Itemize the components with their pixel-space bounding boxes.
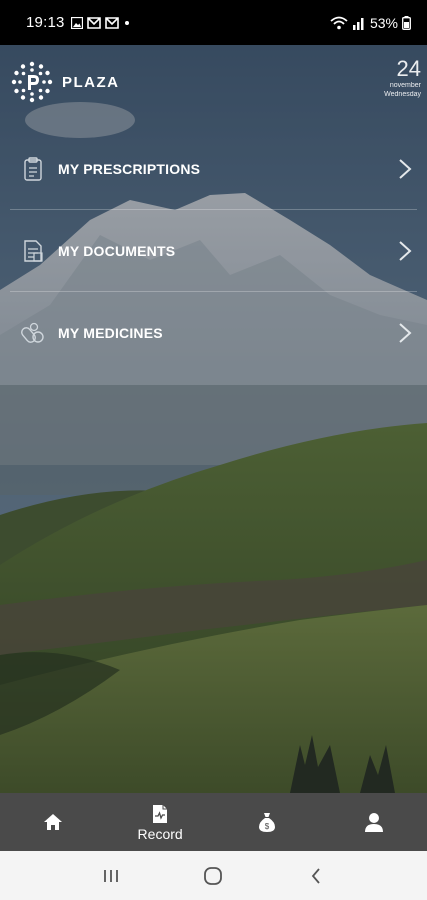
prescription-icon xyxy=(20,156,46,182)
profile-icon xyxy=(364,813,383,832)
date-display: 24 november Wednesday xyxy=(384,57,421,99)
bottom-nav: Record $ xyxy=(0,793,427,851)
main-menu: MY PRESCRIPTIONS MY DOCUMENTS MY MEDICIN… xyxy=(10,128,417,374)
app-name: PLAZA xyxy=(62,73,120,91)
back-icon xyxy=(311,867,320,884)
document-icon xyxy=(20,238,46,264)
nav-payments[interactable]: $ xyxy=(214,793,321,851)
mail-icon xyxy=(104,16,119,29)
nav-profile[interactable] xyxy=(320,793,427,851)
mail-icon xyxy=(86,16,101,29)
chevron-right-icon xyxy=(399,240,412,261)
dot-icon xyxy=(124,20,129,25)
menu-item-documents[interactable]: MY DOCUMENTS xyxy=(10,210,417,292)
app-header: PLAZA 24 november Wednesday xyxy=(0,45,427,125)
home-button[interactable] xyxy=(193,856,233,896)
nav-record-label: Record xyxy=(137,825,183,842)
battery-percent: 53% xyxy=(369,14,398,31)
money-bag-icon: $ xyxy=(258,813,275,832)
back-button[interactable] xyxy=(296,856,336,896)
menu-item-label: MY DOCUMENTS xyxy=(58,242,176,259)
gallery-icon xyxy=(70,16,83,29)
home-icon xyxy=(44,814,63,830)
date-month: november xyxy=(389,82,421,89)
battery-icon xyxy=(402,15,411,30)
nav-record[interactable]: Record xyxy=(107,793,214,851)
wifi-icon xyxy=(330,16,348,29)
menu-item-label: MY PRESCRIPTIONS xyxy=(58,160,201,177)
date-day: 24 xyxy=(396,56,421,81)
pills-icon xyxy=(20,320,46,346)
system-nav-bar xyxy=(0,851,427,900)
nav-home[interactable] xyxy=(0,793,107,851)
signal-icon xyxy=(352,17,364,30)
plaza-logo-icon xyxy=(11,61,53,103)
date-weekday: Wednesday xyxy=(384,91,421,98)
chevron-right-icon xyxy=(399,323,412,343)
chevron-right-icon xyxy=(399,158,412,179)
recents-button[interactable] xyxy=(91,856,131,896)
record-icon xyxy=(153,804,168,823)
status-bar: 19:13 53% xyxy=(0,0,427,45)
home-circle-icon xyxy=(204,866,223,885)
status-time: 19:13 xyxy=(26,14,65,31)
app-logo[interactable]: PLAZA xyxy=(10,60,120,104)
menu-item-label: MY MEDICINES xyxy=(58,325,163,341)
menu-item-prescriptions[interactable]: MY PRESCRIPTIONS xyxy=(10,128,417,210)
menu-item-medicines[interactable]: MY MEDICINES xyxy=(10,292,417,374)
recents-icon xyxy=(104,869,119,882)
svg-text:$: $ xyxy=(265,822,270,831)
